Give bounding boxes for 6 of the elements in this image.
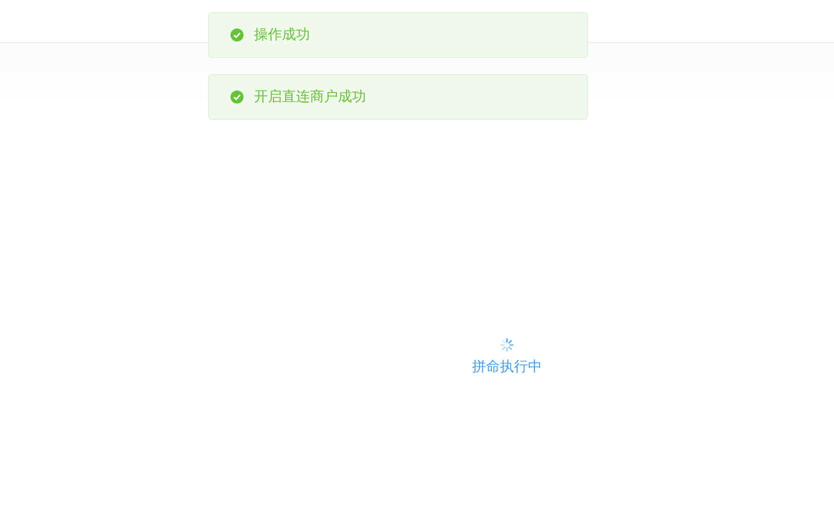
loading-spinner-icon <box>500 338 514 352</box>
check-circle-icon <box>230 28 244 42</box>
message-text: 开启直连商户成功 <box>254 88 366 106</box>
message-text: 操作成功 <box>254 26 310 44</box>
check-circle-icon <box>230 90 244 104</box>
loading-text: 拼命执行中 <box>472 358 542 376</box>
